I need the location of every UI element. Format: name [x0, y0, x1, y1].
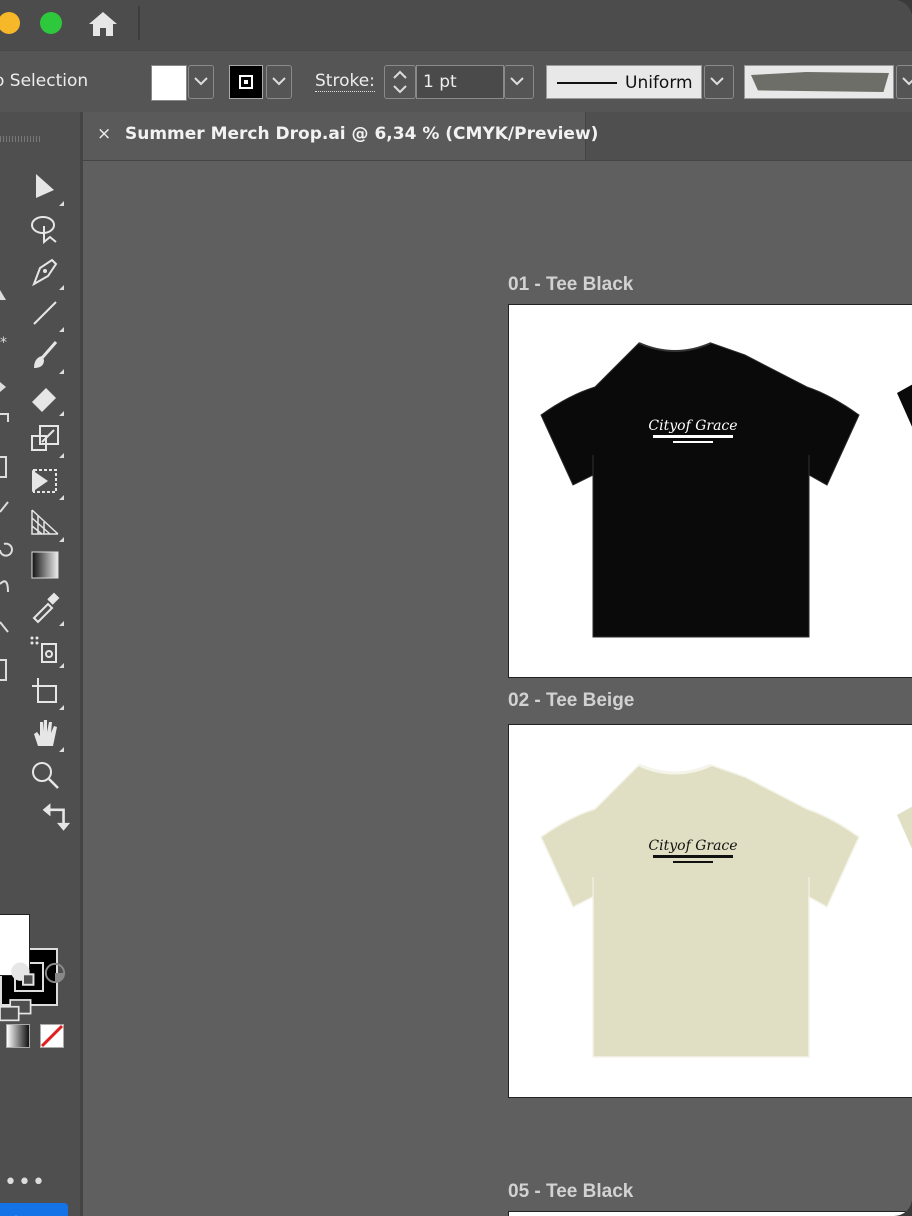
profile-label: Uniform: [625, 73, 693, 93]
variable-width-profile[interactable]: Uniform: [546, 65, 702, 99]
chevron-down-icon: [710, 77, 724, 86]
zoom-button[interactable]: [40, 12, 62, 34]
artboard-tee-black[interactable]: Cityof Grace: [508, 304, 912, 678]
direct-selection-tool-icon[interactable]: [28, 170, 64, 206]
selection-label: o Selection: [0, 71, 89, 91]
tab-title: Summer Merch Drop.ai @ 6,34 % (CMYK/Prev…: [125, 124, 599, 144]
document-canvas[interactable]: 01 - Tee Black Cityof Grace 02 - Tee Bei…: [83, 161, 912, 1216]
perspective-grid-tool-icon[interactable]: [28, 506, 64, 542]
zoom-tool-icon[interactable]: [28, 758, 62, 792]
artboard-tee-beige[interactable]: Cityof Grace: [508, 724, 912, 1098]
free-transform-tool-icon[interactable]: [28, 464, 64, 500]
profile-line-icon: [557, 82, 617, 84]
chevron-down-icon: [272, 77, 286, 86]
stroke-swatch[interactable]: [229, 65, 263, 99]
pen-tool-icon[interactable]: [28, 254, 64, 290]
hand-tool-icon[interactable]: [28, 716, 64, 752]
chevron-down-icon: [902, 77, 912, 86]
paintbrush-tool-icon[interactable]: [28, 338, 64, 374]
line-segment-tool-icon[interactable]: [28, 296, 64, 332]
artboard-label[interactable]: 05 - Tee Black: [508, 1181, 633, 1203]
tab-summer-merch-drop[interactable]: × Summer Merch Drop.ai @ 6,34 % (CMYK/Pr…: [83, 112, 598, 160]
minimize-button[interactable]: [0, 12, 20, 34]
fill-dropdown[interactable]: [188, 65, 214, 99]
chevron-down-icon: [510, 77, 524, 86]
stroke-color-dropdown[interactable]: [266, 65, 292, 99]
artboard-tee-black-05[interactable]: [508, 1211, 912, 1216]
eraser-tool-icon[interactable]: [28, 380, 64, 416]
gradient-tool-icon[interactable]: [28, 548, 62, 582]
title-bar: [0, 0, 912, 50]
control-bar: o Selection Stroke: 1 pt Uniform: [0, 50, 912, 113]
brush-definition[interactable]: [744, 65, 894, 99]
illustrator-window: o Selection Stroke: 1 pt Uniform * ••• ×…: [0, 0, 912, 1216]
close-icon[interactable]: ×: [97, 124, 111, 144]
generative-ai-button[interactable]: [0, 1203, 68, 1216]
stepper-arrows-icon: [393, 70, 407, 94]
artboard-label[interactable]: 02 - Tee Beige: [508, 690, 634, 712]
artboard-tool-icon[interactable]: [28, 674, 64, 710]
edit-toolbar-more[interactable]: •••: [4, 1170, 46, 1195]
none-mode-button[interactable]: [40, 1024, 64, 1048]
tshirt-mockup-black: Cityof Grace: [540, 342, 912, 638]
artboard-label[interactable]: 01 - Tee Black: [508, 274, 633, 296]
brush-stroke-preview: [751, 72, 889, 92]
draw-behind-icon[interactable]: [38, 956, 66, 984]
stroke-label[interactable]: Stroke:: [315, 71, 375, 92]
profile-dropdown[interactable]: [704, 65, 734, 99]
chevron-down-icon: [194, 77, 208, 86]
titlebar-divider: [138, 6, 140, 40]
lasso-tool-icon[interactable]: [28, 212, 62, 246]
eyedropper-tool-icon[interactable]: [28, 590, 64, 626]
document-tab-bar: × Summer Merch Drop.ai @ 6,34 % (CMYK/Pr…: [83, 112, 912, 161]
draw-normal-icon[interactable]: [6, 956, 35, 986]
screen-mode-icon[interactable]: [0, 994, 40, 1028]
home-icon[interactable]: [86, 8, 120, 40]
stroke-weight-stepper[interactable]: [384, 65, 416, 99]
swap-fill-stroke-icon[interactable]: [40, 802, 71, 831]
tshirt-mockup-beige: Cityof Grace: [540, 763, 912, 1058]
fill-swatch[interactable]: [151, 65, 187, 101]
none-slash-icon: [40, 1024, 64, 1048]
panel-grip[interactable]: [0, 136, 40, 142]
svg-text:Cityof Grace: Cityof Grace: [648, 838, 737, 854]
symbol-sprayer-tool-icon[interactable]: [28, 632, 64, 668]
svg-text:*: *: [0, 335, 7, 351]
sparkle-icon: [15, 1215, 17, 1216]
brush-dropdown[interactable]: [896, 65, 912, 99]
scale-tool-icon[interactable]: [28, 422, 64, 458]
svg-text:Cityof Grace: Cityof Grace: [648, 418, 737, 434]
left-column-tools-clipped: *: [0, 290, 13, 681]
stroke-weight-dropdown[interactable]: [504, 65, 534, 99]
tools-panel: * •••: [0, 112, 83, 1216]
stroke-weight-input[interactable]: 1 pt: [416, 65, 504, 99]
